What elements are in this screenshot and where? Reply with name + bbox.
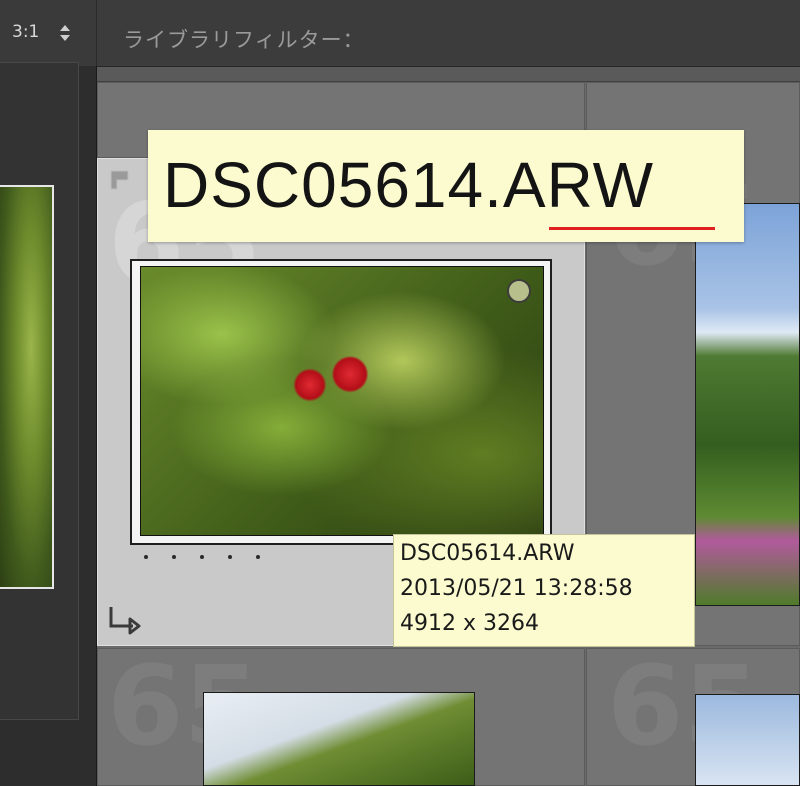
filename-callout-text: DSC05614.ARW (163, 149, 655, 221)
rating-dot[interactable] (228, 555, 232, 559)
tooltip-dimensions: 4912 x 3264 (400, 611, 539, 636)
flag-icon[interactable] (108, 168, 132, 192)
library-filter-label: ライブラリフィルター： (123, 28, 365, 52)
zoom-ratio[interactable]: 3:1 (12, 22, 39, 42)
up-down-stepper-icon[interactable] (58, 21, 72, 45)
extension-underline (549, 227, 715, 230)
rating-dot[interactable] (172, 555, 176, 559)
tooltip-datetime: 2013/05/21 13:28:58 (400, 576, 633, 601)
left-photo-thumbnail[interactable] (0, 185, 54, 589)
rating-dot[interactable] (200, 555, 204, 559)
quick-collection-circle-icon[interactable] (507, 279, 531, 303)
filter-bar-divider (97, 67, 800, 82)
rotate-arrow-icon[interactable] (106, 604, 144, 638)
rating-dot[interactable] (256, 555, 260, 559)
photo-info-tooltip: DSC05614.ARW 2013/05/21 13:28:58 4912 x … (393, 534, 695, 647)
photo-thumbnail[interactable] (695, 203, 800, 606)
selected-photo-thumbnail[interactable] (140, 266, 544, 536)
photo-thumbnail[interactable] (695, 694, 800, 786)
photo-thumbnail[interactable] (203, 692, 475, 786)
star-rating[interactable] (140, 550, 270, 564)
rating-dot[interactable] (144, 555, 148, 559)
tooltip-filename: DSC05614.ARW (400, 541, 575, 566)
